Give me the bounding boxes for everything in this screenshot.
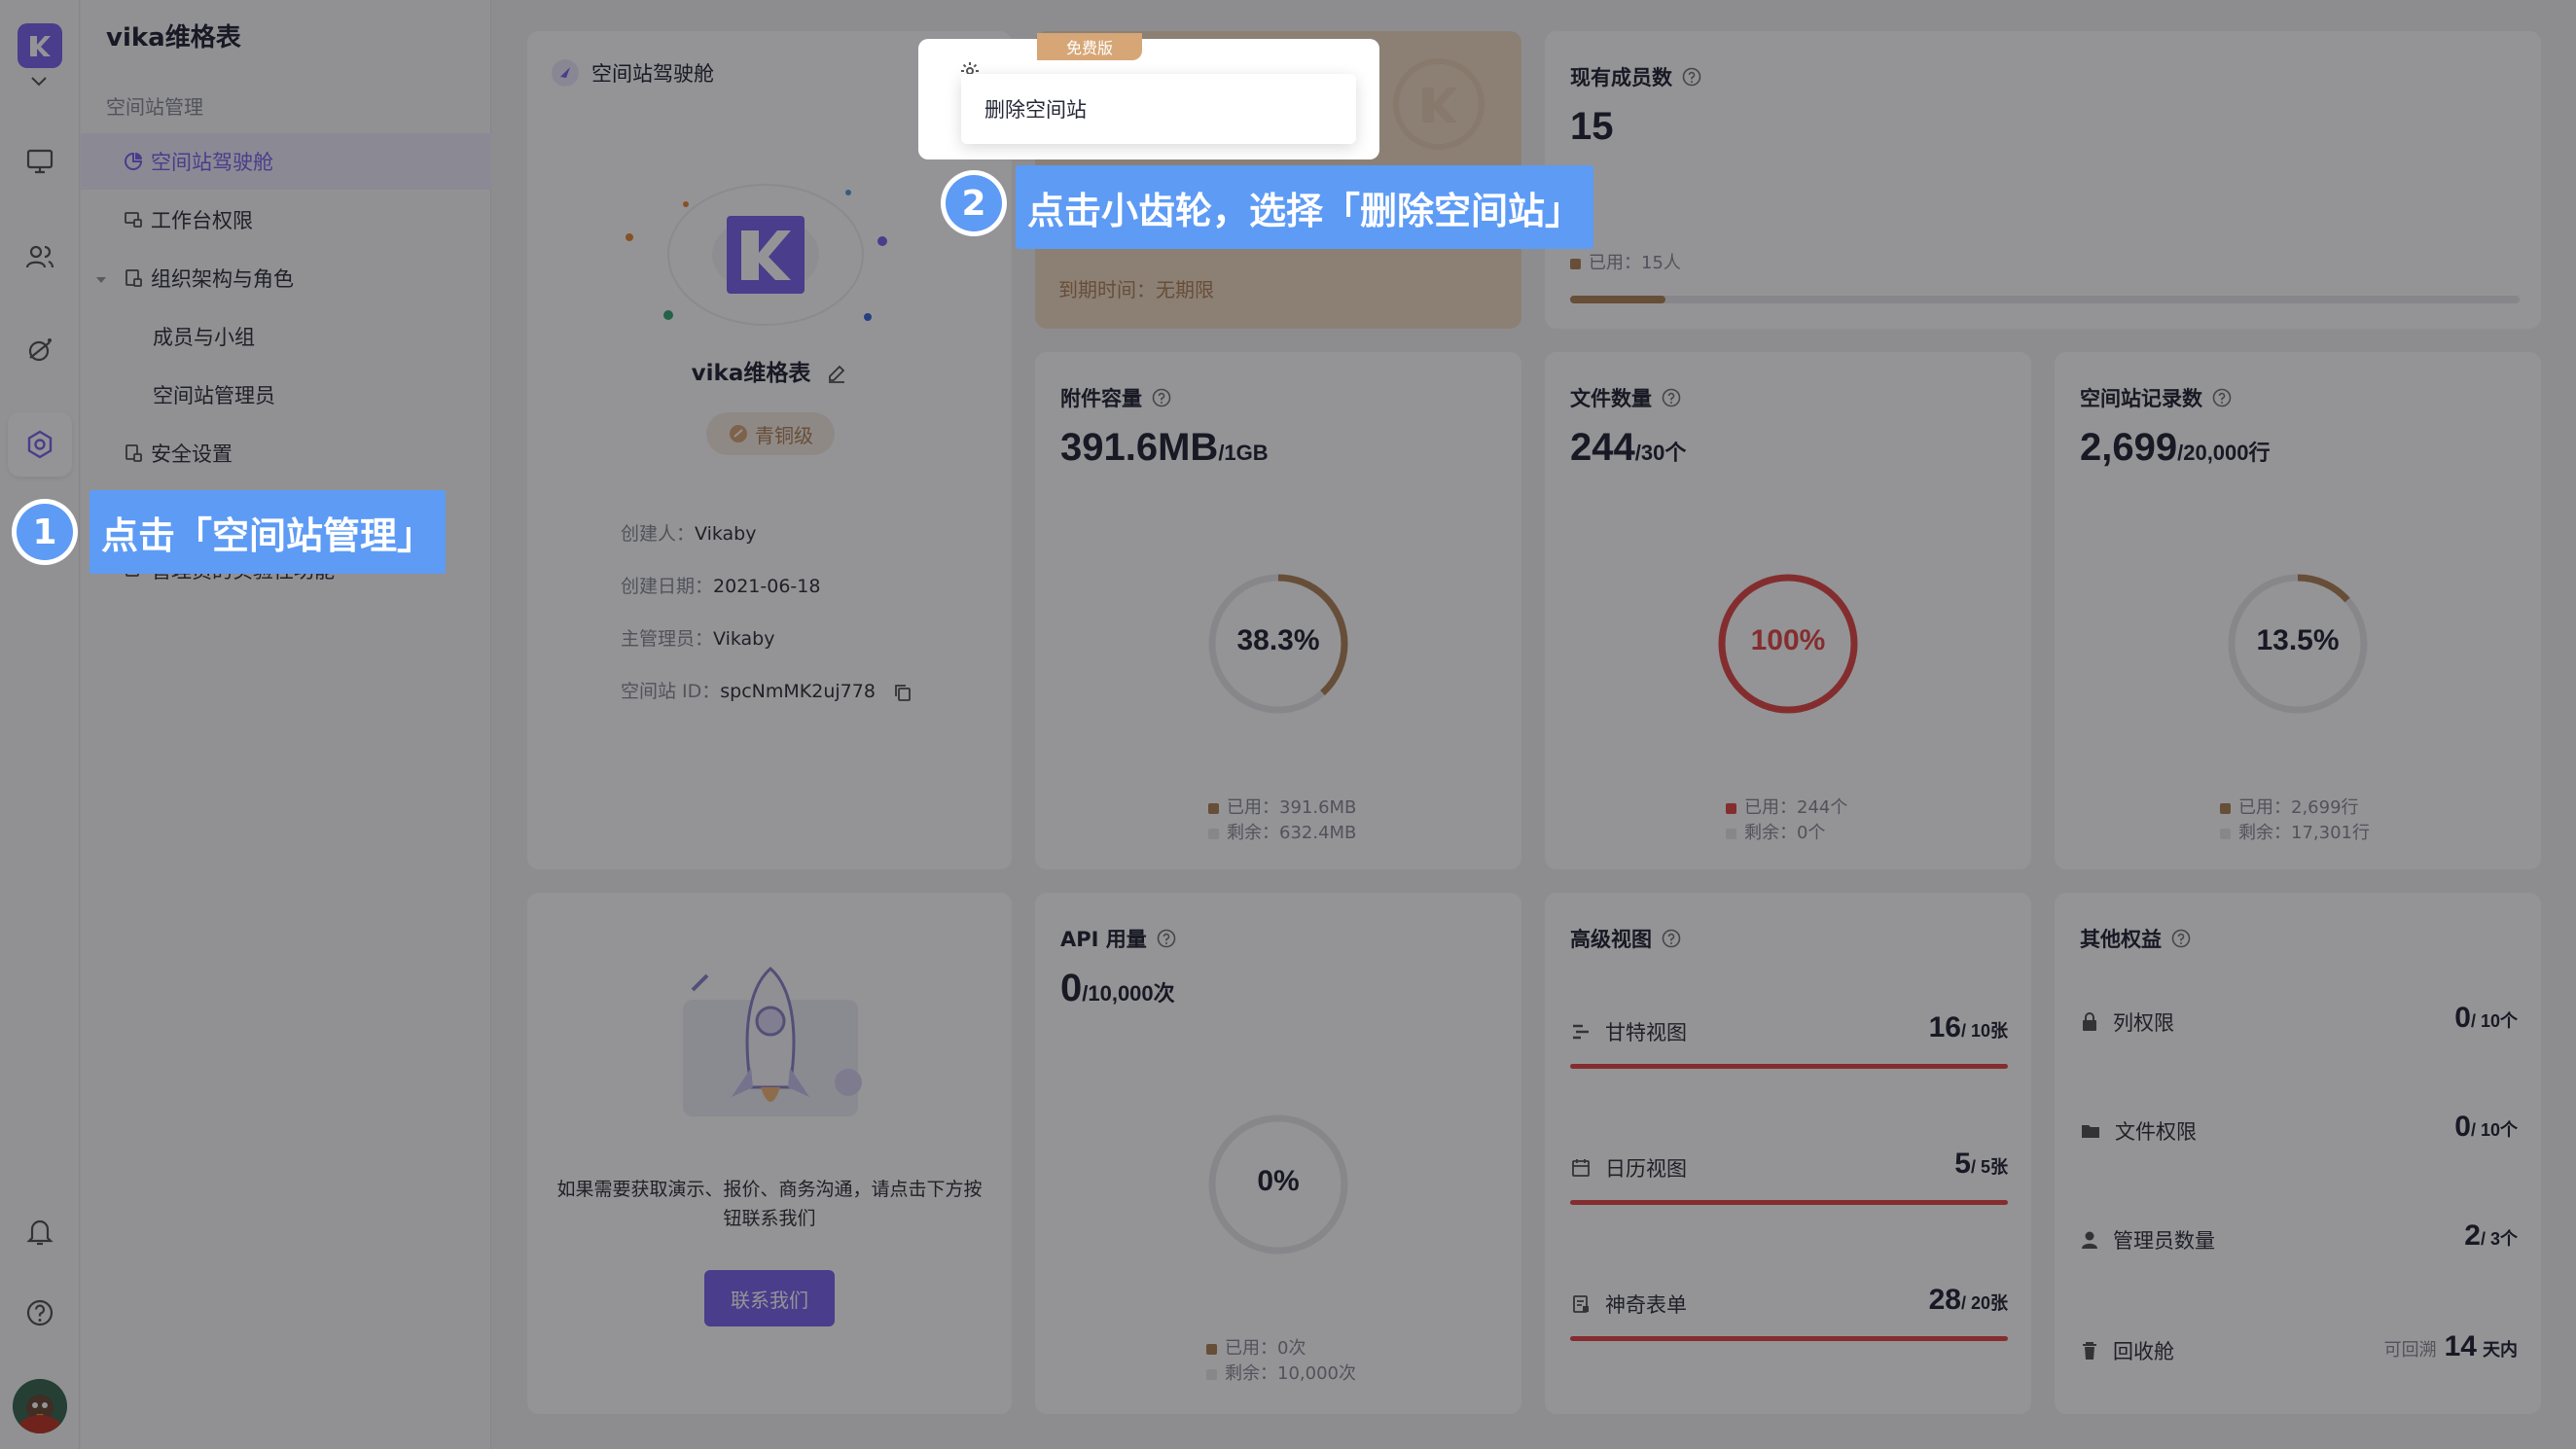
delete-space-menu-item[interactable]: 删除空间站 <box>961 74 1356 144</box>
step-2-callout: 点击小齿轮，选择「删除空间站」 <box>1016 165 1594 249</box>
space-settings-popover: 删除空间站 <box>918 39 1379 159</box>
free-plan-badge: 免费版 <box>1037 33 1142 60</box>
step-1-callout: 点击「空间站管理」 <box>89 490 447 574</box>
step-1-badge: 1 <box>17 504 73 560</box>
step-2-badge: 2 <box>946 175 1002 231</box>
